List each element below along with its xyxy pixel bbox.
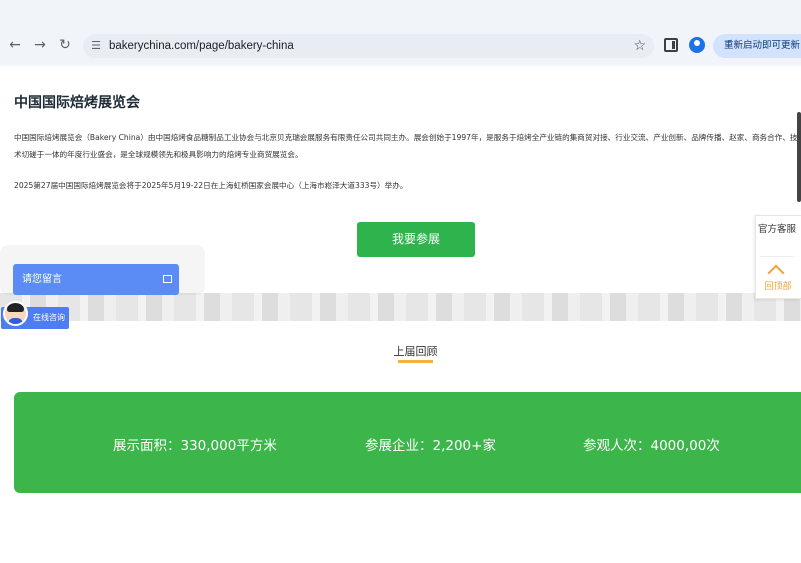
url-text[interactable]: bakerychina.com/page/bakery-china	[109, 34, 294, 58]
leave-message-label: 请您留言	[22, 274, 62, 285]
agent-avatar	[3, 301, 28, 326]
minimize-icon[interactable]	[163, 275, 172, 283]
update-button[interactable]: 重新启动即可更新	[713, 34, 801, 58]
photo-banner	[0, 293, 801, 321]
reload-icon[interactable]: ↻	[55, 35, 75, 55]
leave-message-widget[interactable]: 请您留言	[13, 264, 179, 295]
stat-exhibitors: 参展企业：2,200+家	[365, 438, 496, 454]
section-underline	[398, 360, 433, 363]
back-arrow-icon[interactable]: ←	[5, 35, 25, 55]
page-content: 中国国际焙烤展览会 中国国际焙烤展览会（Bakery China）由中国焙烤食品…	[0, 66, 801, 563]
right-float-panel: 官方客服 回顶部	[755, 215, 801, 299]
official-service-link[interactable]: 官方客服	[756, 223, 798, 236]
register-exhibitor-button[interactable]: 我要参展	[357, 222, 475, 257]
stats-banner: 展示面积：330,000平方米 参展企业：2,200+家 参观人次：4000,0…	[14, 392, 801, 493]
bookmark-star-icon[interactable]: ☆	[633, 37, 646, 55]
address-bar[interactable]: ☰ bakerychina.com/page/bakery-china ☆	[83, 34, 654, 58]
online-chat-label: 在线咨询	[33, 313, 65, 322]
online-chat-widget[interactable]: 在线咨询	[1, 301, 69, 329]
section-title: 上届回顾	[393, 345, 438, 358]
stat-exhibition-area: 展示面积：330,000平方米	[113, 438, 277, 454]
panel-divider	[760, 256, 794, 257]
forward-arrow-icon[interactable]: →	[30, 35, 50, 55]
stat-visitors: 参观人次：4000,00次	[583, 438, 720, 454]
back-to-top-button[interactable]: 回顶部	[756, 279, 800, 292]
browser-toolbar: ← → ↻ ☰ bakerychina.com/page/bakery-chin…	[0, 0, 801, 66]
event-info-paragraph: 2025第27届中国国际焙烤展览会将于2025年5月19-22日在上海虹桥国家会…	[14, 181, 408, 190]
profile-icon[interactable]	[689, 37, 705, 53]
page-title: 中国国际焙烤展览会	[14, 95, 140, 111]
intro-paragraph: 中国国际焙烤展览会（Bakery China）由中国焙烤食品糖制品工业协会与北京…	[14, 133, 798, 159]
page-scrollbar[interactable]	[797, 112, 801, 202]
side-panel-icon[interactable]	[664, 38, 678, 52]
site-settings-icon[interactable]: ☰	[89, 39, 103, 53]
